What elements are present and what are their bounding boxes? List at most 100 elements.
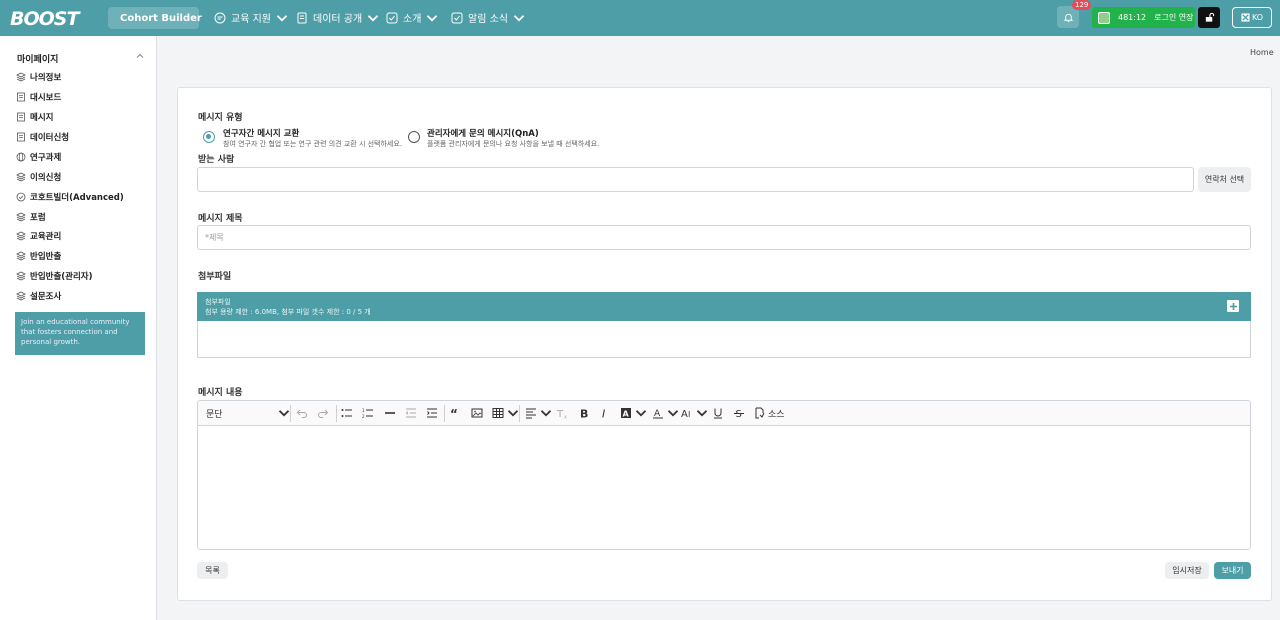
layers-icon — [16, 72, 26, 82]
session-extend-button[interactable]: 481:12 로그인 연장 — [1092, 7, 1195, 28]
layers-icon — [16, 231, 26, 241]
flag-icon — [1241, 13, 1250, 22]
undo-icon — [296, 409, 307, 418]
horizontal-line-button[interactable] — [384, 406, 396, 420]
bulleted-list-button[interactable] — [341, 406, 353, 420]
remove-format-button[interactable]: Tx — [557, 406, 569, 420]
insert-table-button[interactable] — [492, 406, 519, 420]
sidebar-item-education[interactable]: 교육관리 — [16, 230, 61, 242]
nav-label: 소개 — [403, 14, 422, 25]
highlight-button[interactable]: A — [620, 406, 647, 420]
underline-icon — [714, 408, 722, 419]
layers-icon — [16, 212, 26, 222]
sidebar-item-forum[interactable]: 포럼 — [16, 211, 46, 223]
toolbar-divider — [336, 405, 337, 422]
sidebar-item-label: 포럼 — [30, 213, 46, 223]
sidebar-item-import-export-admin[interactable]: 반입반출(관리자) — [16, 270, 93, 282]
svg-text:1: 1 — [362, 408, 365, 413]
language-label: KO — [1251, 13, 1264, 22]
content-label: 메시지 내용 — [198, 388, 243, 398]
check-square-icon — [451, 12, 463, 23]
outdent-button[interactable] — [405, 406, 417, 420]
nav-education-support[interactable]: 교육 지원 — [214, 10, 288, 25]
sidebar-item-label: 이의신청 — [30, 173, 62, 183]
nav-notice[interactable]: 알림 소식 — [451, 10, 525, 25]
globe-icon — [16, 152, 26, 162]
sidebar-item-label: 교육관리 — [30, 232, 62, 242]
attachment-limit-text: 첨부 용량 제한 : 6.0MB, 첨부 파일 갯수 제한 : 0 / 5 개 — [205, 308, 371, 316]
language-button[interactable]: KO — [1232, 7, 1272, 28]
check-square-icon — [386, 12, 398, 23]
session-extend-label: 로그인 연장 — [1154, 13, 1194, 22]
chevron-down-icon — [427, 14, 438, 22]
message-type-label: 메시지 유형 — [198, 113, 243, 123]
logout-button[interactable] — [1198, 7, 1220, 28]
insert-image-button[interactable] — [471, 406, 483, 420]
subject-input[interactable]: *제목 — [197, 225, 1251, 250]
italic-button[interactable]: I — [599, 406, 611, 420]
bell-icon — [1063, 13, 1073, 22]
sidebar-item-data-request[interactable]: 데이터신청 — [16, 131, 69, 143]
cohort-builder-label: Cohort Builder — [120, 12, 202, 24]
attachment-dropzone[interactable] — [197, 321, 1251, 358]
svg-text:I: I — [602, 408, 605, 420]
plus-icon — [1229, 302, 1237, 310]
indent-button[interactable] — [426, 406, 438, 420]
toolbar-divider — [519, 405, 520, 422]
sidebar-item-label: 데이터신청 — [30, 133, 70, 143]
font-size-icon: AI — [681, 409, 690, 419]
sidebar-item-my-info[interactable]: 나의정보 — [16, 71, 61, 83]
bold-button[interactable]: B — [578, 406, 590, 420]
boost-logo[interactable]: BOOST — [10, 8, 79, 30]
add-file-button[interactable] — [1227, 300, 1239, 312]
undo-button[interactable] — [296, 406, 308, 420]
sidebar-item-cohort-advanced[interactable]: 코호트빌더(Advanced) — [16, 191, 124, 203]
underline-button[interactable] — [712, 406, 724, 420]
recipient-input[interactable] — [197, 167, 1194, 192]
avatar — [1098, 11, 1110, 24]
chevron-up-icon[interactable] — [136, 52, 144, 60]
radio-admin-qna[interactable] — [408, 131, 420, 143]
radio-researcher-exchange[interactable] — [203, 131, 215, 143]
attachment-label: 첨부파일 — [198, 272, 232, 282]
option-title: 관리자에게 문의 메시지(QnA) — [427, 129, 539, 139]
save-draft-button[interactable]: 임시저장 — [1165, 562, 1209, 579]
numbered-list-button[interactable]: 12 — [362, 406, 374, 420]
paragraph-format-select[interactable]: 문단 — [206, 406, 290, 420]
breadcrumb[interactable]: Home — [1250, 48, 1274, 57]
image-icon — [471, 408, 483, 418]
blockquote-button[interactable]: “ — [450, 406, 462, 420]
font-size-button[interactable]: AI — [681, 406, 708, 420]
svg-text:I: I — [688, 410, 690, 419]
italic-icon: I — [602, 408, 605, 420]
contact-select-button[interactable]: 연락처 선택 — [1198, 167, 1251, 192]
attachment-header-title: 첨부파일 — [205, 298, 231, 306]
font-color-button[interactable]: A — [652, 406, 679, 420]
list-button[interactable]: 목록 — [197, 562, 228, 579]
sidebar-item-message[interactable]: 메시지 — [16, 111, 53, 123]
align-button[interactable] — [525, 406, 552, 420]
nav-about[interactable]: 소개 — [386, 10, 438, 25]
nav-data-disclosure[interactable]: 데이터 공개 — [296, 10, 379, 25]
svg-text:A: A — [623, 410, 630, 419]
font-color-icon: A — [653, 409, 663, 419]
send-button[interactable]: 보내기 — [1214, 562, 1251, 579]
sidebar-item-survey[interactable]: 설문조사 — [16, 290, 61, 302]
document-icon — [17, 92, 25, 102]
rich-text-editor: 문단 12 “ Tx B I A A AI S 소스 — [197, 400, 1251, 550]
sidebar: 마이페이지 나의정보 대시보드 메시지 데이터신청 연구과제 이의신청 코호트빌… — [0, 36, 157, 620]
svg-text:A: A — [681, 409, 688, 419]
source-button[interactable]: 소스 — [754, 406, 785, 420]
sidebar-item-objection[interactable]: 이의신청 — [16, 171, 61, 183]
sidebar-item-research[interactable]: 연구과제 — [16, 151, 61, 163]
sidebar-item-import-export[interactable]: 반입반출 — [16, 250, 61, 262]
sidebar-item-dashboard[interactable]: 대시보드 — [16, 91, 61, 103]
redo-button[interactable] — [317, 406, 329, 420]
cohort-builder-button[interactable]: Cohort Builder — [108, 7, 202, 29]
bulleted-list-icon — [341, 409, 352, 417]
chevron-down-icon — [696, 410, 708, 417]
sidebar-item-label: 나의정보 — [30, 73, 62, 83]
option-title: 연구자간 메시지 교환 — [223, 129, 300, 139]
numbered-list-icon: 12 — [362, 408, 373, 419]
strikethrough-button[interactable]: S — [733, 406, 745, 420]
